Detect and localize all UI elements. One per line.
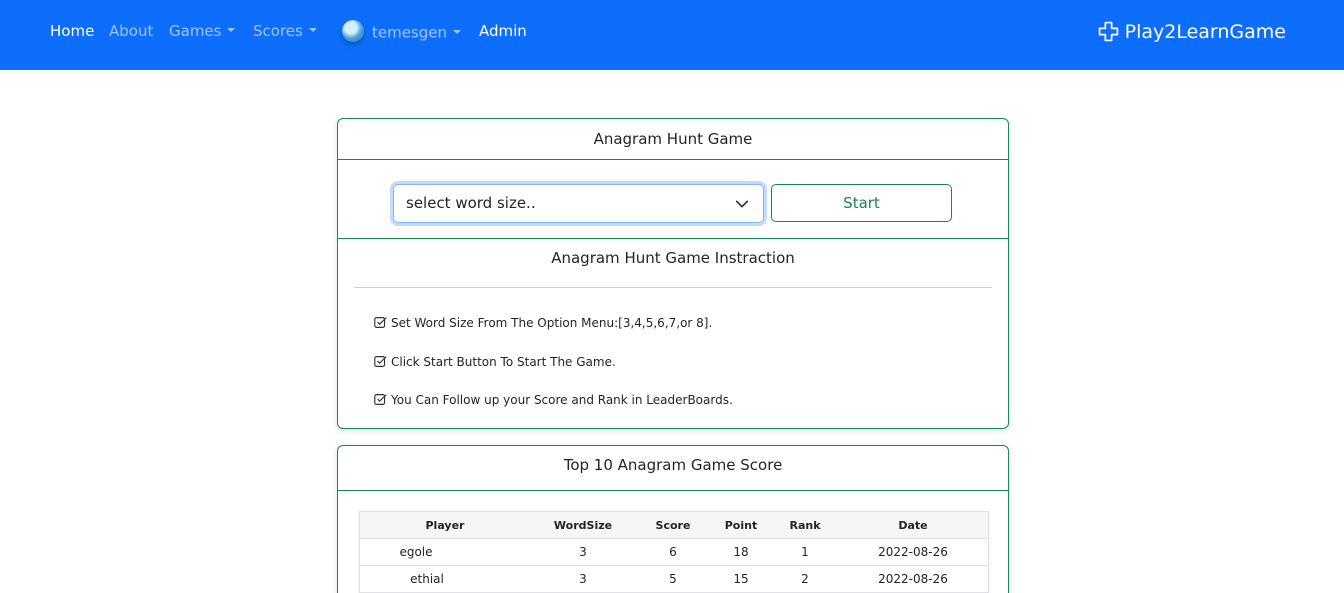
divider <box>354 287 992 288</box>
cell-score: 5 <box>669 572 677 586</box>
check-square-icon <box>374 317 387 328</box>
brand-name: Play2LearnGame <box>1124 21 1286 43</box>
column-header-player: Player <box>425 519 465 532</box>
anagram-game-card: Anagram Hunt Game select word size.. Sta… <box>337 118 1009 429</box>
chevron-down-icon <box>308 28 317 32</box>
column-header-rank: Rank <box>789 519 821 532</box>
game-controls: select word size.. Start <box>338 161 1008 239</box>
scores-card-title: Top 10 Anagram Game Score <box>338 446 1008 491</box>
cell-date: 2022-08-26 <box>878 545 948 559</box>
cell-rank: 2 <box>801 572 809 586</box>
nav-scores-label: Scores <box>253 22 303 40</box>
game-card-title: Anagram Hunt Game <box>338 119 1008 160</box>
chevron-down-icon <box>453 29 462 34</box>
instructions-title: Anagram Hunt Game Instraction <box>551 249 795 267</box>
cell-point: 15 <box>733 572 749 586</box>
brand-link[interactable]: Play2LearnGame <box>1098 21 1286 43</box>
avatar <box>342 20 364 42</box>
cell-wordsize: 3 <box>579 572 587 586</box>
scores-table: Player WordSize Score Point Rank Date eg… <box>359 511 989 593</box>
word-size-select[interactable]: select word size.. <box>393 184 764 223</box>
column-header-score: Score <box>655 519 691 532</box>
nav-admin[interactable]: Admin <box>479 22 527 40</box>
instruction-text: Set Word Size From The Option Menu:[3,4,… <box>391 316 713 330</box>
cell-date: 2022-08-26 <box>878 572 948 586</box>
check-square-icon <box>374 394 387 405</box>
cell-score: 6 <box>669 545 677 559</box>
plus-outline-icon <box>1098 21 1118 42</box>
cell-point: 18 <box>733 545 749 559</box>
nav-scores-dropdown[interactable]: Scores <box>253 22 317 40</box>
nav-games-label: Games <box>169 22 222 40</box>
instruction-item: Click Start Button To Start The Game. <box>374 355 616 369</box>
column-header-wordsize: WordSize <box>553 519 613 532</box>
instruction-text: You Can Follow up your Score and Rank in… <box>391 393 733 407</box>
table-row: egole 3 6 18 1 2022-08-26 <box>360 539 988 566</box>
table-header-row: Player WordSize Score Point Rank Date <box>360 512 988 539</box>
word-size-select-value: select word size.. <box>406 194 536 212</box>
top-navbar: Home About Games Scores temesgen Admin P… <box>0 0 1344 70</box>
column-header-point: Point <box>724 519 758 532</box>
table-row: ethial 3 5 15 2 2022-08-26 <box>360 566 988 593</box>
instruction-text: Click Start Button To Start The Game. <box>391 355 616 369</box>
cell-rank: 1 <box>801 545 809 559</box>
instruction-item: You Can Follow up your Score and Rank in… <box>374 393 733 407</box>
top-scores-card: Top 10 Anagram Game Score Player WordSiz… <box>337 445 1009 593</box>
nav-home[interactable]: Home <box>50 22 94 40</box>
column-header-date: Date <box>898 519 928 532</box>
instruction-item: Set Word Size From The Option Menu:[3,4,… <box>374 316 712 330</box>
cell-player: ethial <box>410 572 444 586</box>
chevron-down-icon <box>735 200 749 208</box>
start-button[interactable]: Start <box>771 184 952 222</box>
cell-player: egole <box>399 545 433 559</box>
nav-about[interactable]: About <box>109 22 153 40</box>
cell-wordsize: 3 <box>579 545 587 559</box>
nav-user-label: temesgen <box>372 23 448 42</box>
nav-games-dropdown[interactable]: Games <box>169 22 236 40</box>
check-square-icon <box>374 356 387 367</box>
chevron-down-icon <box>227 28 236 32</box>
nav-user-dropdown[interactable]: temesgen <box>342 20 462 44</box>
